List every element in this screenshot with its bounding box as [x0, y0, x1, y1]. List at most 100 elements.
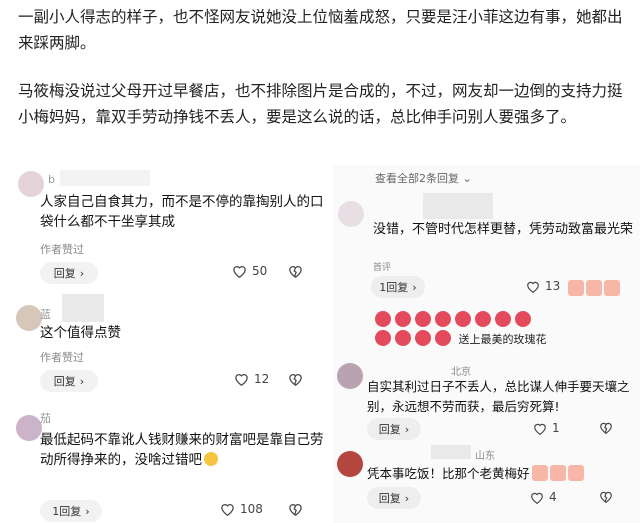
like-count: 13	[545, 279, 561, 293]
like-button[interactable]: 12	[234, 372, 269, 386]
dislike-button[interactable]	[599, 490, 613, 503]
rose-icon	[495, 311, 511, 327]
broken-heart-icon	[289, 266, 302, 278]
comment-text: 凭本事吃饭！比那个老黄梅好	[367, 464, 639, 484]
rose-icon	[475, 311, 491, 327]
thumbs-up-icon	[604, 280, 620, 296]
dislike-button[interactable]	[288, 502, 303, 516]
like-count: 4	[549, 490, 557, 504]
comment-text: 没错，不管时代怎样更替，凭劳动致富最光荣	[373, 222, 634, 237]
comment-text: 自实其利过日子不丢人，总比谋人伸手要天壤之别，永远想不劳而获，最后穷死算!	[367, 379, 630, 414]
right-comment-panel: 查看全部2条回复 ⌄ 没错，不管时代怎样更替，凭劳动致富最光荣 首评 1回复 ›…	[333, 165, 640, 523]
broken-heart-icon	[600, 491, 612, 503]
broken-heart-icon	[600, 422, 612, 434]
username[interactable]: b	[48, 173, 55, 186]
chevron-right-icon: ›	[404, 422, 410, 436]
chevron-right-icon: ›	[79, 374, 85, 388]
like-button[interactable]: 4	[530, 490, 557, 504]
comment-location: 北京	[451, 367, 471, 378]
username[interactable]: 茄	[40, 410, 51, 426]
reply-button[interactable]: 1回复 ›	[371, 276, 425, 298]
comment-item: 蓝 这个值得点赞 作者赞过 回复 › 12	[10, 292, 335, 402]
rose-icon	[395, 330, 411, 346]
like-count: 12	[254, 372, 270, 386]
left-comment-panel: b 人家自己自食其力，而不是不停的靠掏别人的口袋什么都不干坐享其成 作者赞过 回…	[10, 165, 335, 523]
username[interactable]: 蓝	[40, 306, 51, 322]
reply-label: 回复	[378, 492, 401, 505]
smile-emoji-icon	[204, 452, 218, 466]
comment-location: 山东	[475, 451, 495, 462]
heart-icon	[235, 374, 248, 386]
thumbs-up-icon	[531, 465, 548, 481]
rose-icon	[415, 311, 431, 327]
avatar[interactable]	[338, 201, 364, 227]
chevron-right-icon: ›	[79, 266, 85, 280]
dislike-button[interactable]	[288, 264, 303, 278]
comment-region: 首评	[373, 263, 392, 273]
reply-button[interactable]: 回复 ›	[40, 262, 98, 284]
reply-button[interactable]: 回复 ›	[40, 370, 98, 392]
avatar[interactable]	[16, 305, 42, 331]
author-liked-label: 作者赞过	[40, 351, 84, 364]
comment-item: 茄 最低起码不靠讹人钱财赚来的财富吧是靠自己劳动所得挣来的，没啥过错吧 1回复 …	[10, 405, 335, 523]
rose-icon	[435, 311, 451, 327]
blurred-username	[431, 445, 471, 459]
like-count: 108	[240, 502, 263, 516]
heart-icon	[531, 492, 543, 504]
dislike-button[interactable]	[599, 421, 613, 434]
chevron-right-icon: ›	[85, 504, 90, 518]
reply-label: 回复	[53, 375, 76, 388]
broken-heart-icon	[289, 374, 302, 386]
rose-icon	[375, 330, 391, 346]
reply-label: 1回复	[52, 505, 82, 518]
heart-icon	[233, 266, 246, 278]
article-paragraph-2: 马筱梅没说过父母开过早餐店，也不排除图片是合成的，不过，网友却一边倒的支持力挺小…	[18, 82, 623, 126]
rose-gift-row: 送上最美的玫瑰花	[375, 311, 615, 349]
dislike-button[interactable]	[288, 372, 303, 386]
rose-icon	[435, 330, 451, 346]
chevron-down-icon: ⌄	[462, 172, 472, 185]
chevron-right-icon: ›	[412, 280, 417, 294]
rose-icon	[455, 311, 471, 327]
rose-icon	[515, 311, 531, 327]
rose-icon	[415, 330, 431, 346]
like-button[interactable]: 50	[232, 264, 267, 278]
reply-button[interactable]: 1回复 ›	[40, 500, 102, 522]
gift-text: 送上最美的玫瑰花	[458, 333, 547, 346]
comment-text: 人家自己自食其力，而不是不停的靠掏别人的口袋什么都不干坐享其成	[40, 194, 324, 230]
heart-icon	[527, 281, 539, 293]
blurred-username	[423, 193, 493, 219]
rose-icon	[395, 311, 411, 327]
blurred-username	[62, 294, 104, 322]
like-button[interactable]: 108	[220, 502, 263, 516]
chevron-right-icon: ›	[404, 491, 410, 505]
like-button[interactable]: 1	[533, 421, 560, 435]
heart-icon	[221, 504, 234, 516]
reply-label: 1回复	[379, 281, 409, 294]
view-all-replies-link[interactable]: 查看全部2条回复 ⌄	[375, 170, 472, 186]
reply-label: 回复	[378, 423, 401, 436]
avatar[interactable]	[16, 415, 42, 441]
comment-text: 最低起码不靠讹人钱财赚来的财富吧是靠自己劳动所得挣来的，没啥过错吧	[40, 432, 324, 468]
reply-button[interactable]: 回复 ›	[367, 487, 421, 509]
reply-button[interactable]: 回复 ›	[367, 418, 421, 440]
reply-label: 回复	[53, 267, 76, 280]
comment-text: 这个值得点赞	[40, 325, 121, 341]
like-count: 1	[552, 421, 560, 435]
thumbs-up-icon	[549, 465, 566, 481]
like-count: 50	[252, 264, 268, 278]
thumbs-up-icon	[568, 280, 584, 296]
thumbs-up-icon	[586, 280, 602, 296]
avatar[interactable]	[337, 451, 363, 477]
heart-icon	[534, 423, 546, 435]
author-liked-label: 作者赞过	[40, 243, 84, 256]
broken-heart-icon	[289, 504, 302, 516]
thumbs-up-icon	[567, 465, 584, 481]
blurred-username	[60, 170, 150, 186]
rose-icon	[375, 311, 391, 327]
thumbs-up-emoji-row	[568, 278, 622, 297]
comment-item: b 人家自己自食其力，而不是不停的靠掏别人的口袋什么都不干坐享其成 作者赞过 回…	[10, 165, 335, 285]
avatar[interactable]	[337, 363, 363, 389]
article-paragraph-1: 一副小人得志的样子，也不怪网友说她没上位恼羞成怒，只要是汪小菲这边有事，她都出来…	[18, 8, 623, 52]
like-button[interactable]: 13	[526, 279, 560, 293]
